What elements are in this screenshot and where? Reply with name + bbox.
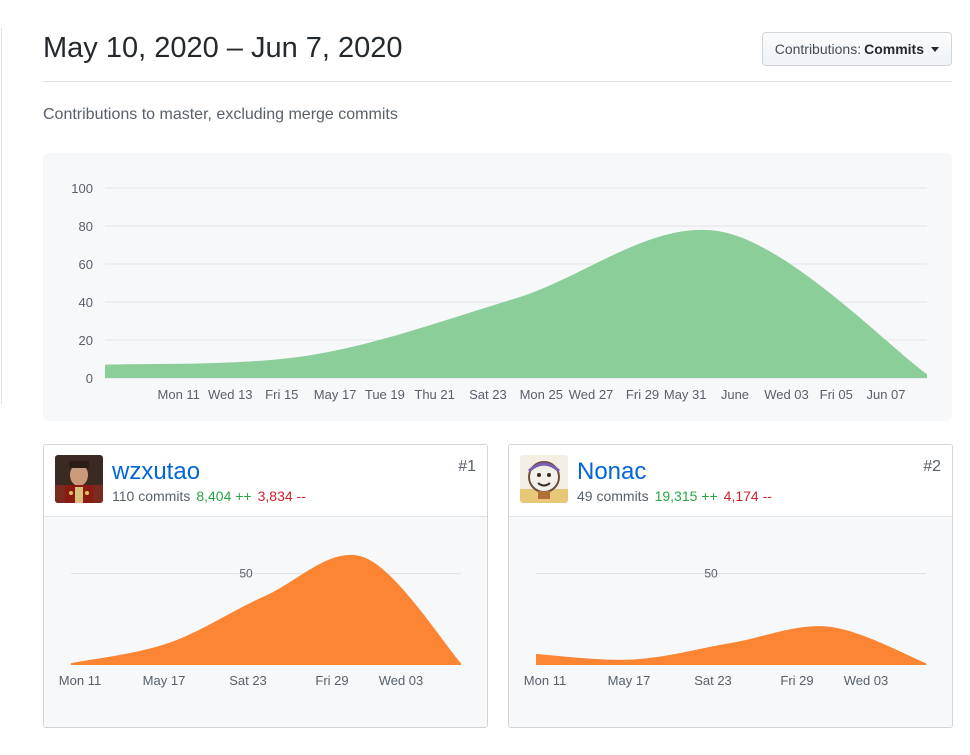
x-tick-label: May 17 (314, 387, 357, 402)
x-tick-label: Fri 15 (265, 387, 298, 402)
x-tick-label: June (721, 387, 749, 402)
x-tick-label: Mon 25 (520, 387, 563, 402)
page-header: May 10, 2020 – Jun 7, 2020 Contributions… (43, 28, 952, 82)
contributor-name-link[interactable]: wzxutao (112, 458, 200, 486)
contributor-stats: 49 commits 19,315 ++ 4,174 -- (577, 488, 772, 504)
contributions-label: Contributions: (774, 41, 862, 57)
left-rail-divider (0, 28, 2, 404)
contributor-chart-svg: 50 Mon 11 May 17 Sat 23 Fri 29 Wed 03 (59, 554, 461, 688)
contributor-card-header: Nonac 49 commits 19,315 ++ 4,174 -- #2 (509, 445, 952, 517)
contributor-commits-area (71, 554, 461, 665)
additions-count: 8,404 ++ (196, 488, 252, 504)
y-tick-label: 60 (79, 257, 93, 272)
x-tick-label: Wed 27 (569, 387, 614, 402)
chart-subtitle: Contributions to master, excluding merge… (43, 106, 398, 123)
x-tick-label: Tue 19 (365, 387, 405, 402)
contributions-dropdown-button[interactable]: Contributions: Commits (761, 32, 952, 66)
x-tick-label: Wed 03 (844, 673, 889, 688)
contributor-chart: 50 Mon 11 May 17 Sat 23 Fri 29 Wed 03 (509, 517, 952, 727)
contributor-commits-area (536, 626, 926, 665)
commit-count: 49 commits (577, 488, 649, 504)
gridline-label: 50 (239, 567, 253, 581)
contributor-card: wzxutao 110 commits 8,404 ++ 3,834 -- #1 5… (43, 444, 488, 728)
y-tick-label: 80 (79, 219, 93, 234)
contributor-rank: #1 (458, 458, 476, 475)
cartoon-avatar-icon[interactable] (520, 455, 568, 503)
x-tick-label: Mon 11 (158, 387, 200, 402)
y-tick-label: 0 (86, 371, 93, 386)
x-tick-label: Mon 11 (524, 673, 566, 688)
contributor-chart-svg: 50 Mon 11 May 17 Sat 23 Fri 29 Wed 03 (524, 567, 926, 688)
x-tick-label: Fri 05 (820, 387, 853, 402)
x-tick-label: Wed 03 (764, 387, 809, 402)
commits-area (105, 229, 927, 378)
commit-count: 110 commits (112, 488, 191, 504)
person-avatar-icon[interactable] (55, 455, 103, 503)
y-tick-label: 40 (79, 295, 93, 310)
x-tick-label: Jun 07 (866, 387, 905, 402)
y-tick-label: 20 (79, 333, 93, 348)
caret-down-icon (931, 46, 939, 52)
x-tick-label: May 17 (143, 673, 186, 688)
contributor-rank: #2 (923, 458, 941, 475)
gridline-label: 50 (704, 567, 718, 581)
deletions-count: 3,834 -- (257, 488, 306, 504)
contributor-card: Nonac 49 commits 19,315 ++ 4,174 -- #2 50 M… (508, 444, 953, 728)
additions-count: 19,315 ++ (654, 488, 718, 504)
x-tick-label: Fri 29 (780, 673, 813, 688)
x-tick-label: Mon 11 (59, 673, 101, 688)
x-tick-label: Thu 21 (414, 387, 454, 402)
x-tick-label: May 17 (608, 673, 651, 688)
x-tick-label: Fri 29 (626, 387, 659, 402)
x-tick-label: Wed 13 (208, 387, 253, 402)
contributor-chart: 50 Mon 11 May 17 Sat 23 Fri 29 Wed 03 (44, 517, 487, 727)
x-tick-label: May 31 (664, 387, 707, 402)
deletions-count: 4,174 -- (723, 488, 772, 504)
commits-chart-svg: 100 80 60 40 20 0 Mon 11 Wed 13 Fri 15 May 17 Tue … (71, 181, 927, 402)
x-tick-label: Wed 03 (379, 673, 424, 688)
y-tick-label: 100 (71, 181, 93, 196)
contributions-selected-value: Commits (864, 41, 924, 57)
x-tick-label: Sat 23 (469, 387, 507, 402)
x-tick-label: Fri 29 (315, 673, 348, 688)
x-tick-label: Sat 23 (229, 673, 267, 688)
x-tick-label: Sat 23 (694, 673, 732, 688)
contributor-name-link[interactable]: Nonac (577, 458, 646, 486)
commits-area-chart: 100 80 60 40 20 0 Mon 11 Wed 13 Fri 15 May 17 Tue … (43, 153, 952, 421)
contributor-card-header: wzxutao 110 commits 8,404 ++ 3,834 -- #1 (44, 445, 487, 517)
date-range-title: May 10, 2020 – Jun 7, 2020 (43, 32, 403, 64)
contributor-stats: 110 commits 8,404 ++ 3,834 -- (112, 488, 306, 504)
